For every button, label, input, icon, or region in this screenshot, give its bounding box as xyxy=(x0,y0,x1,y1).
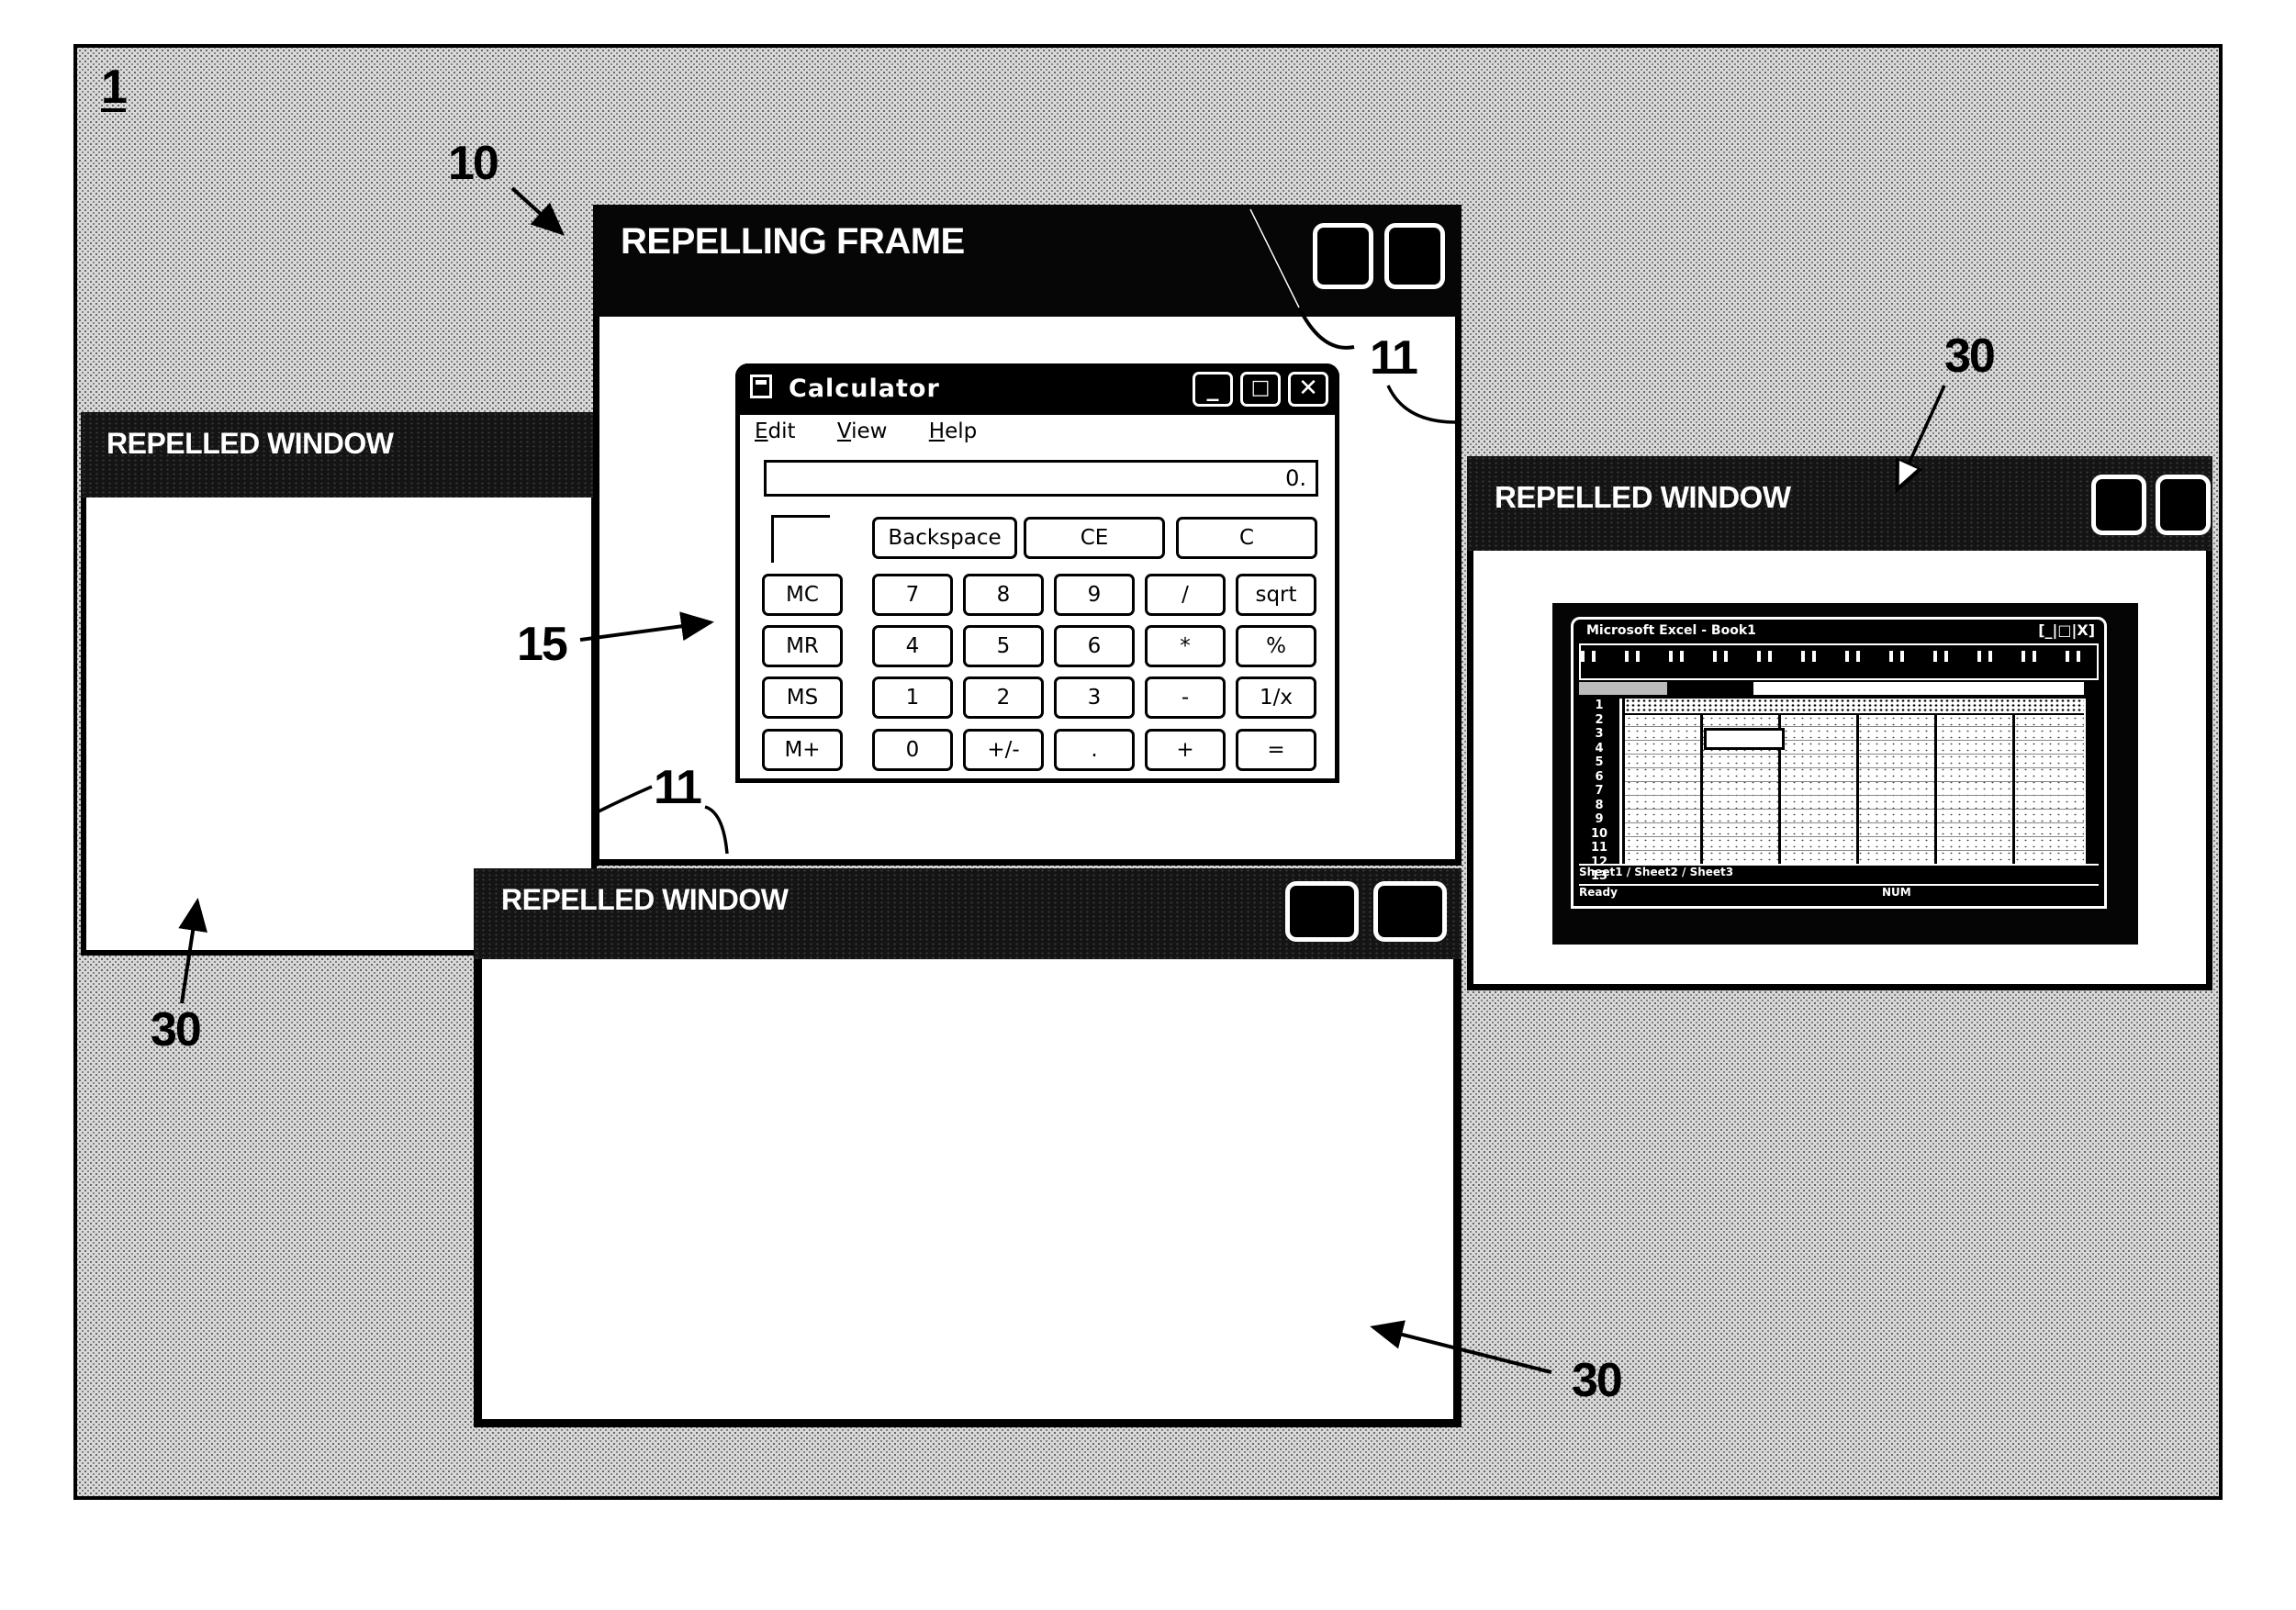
memory-indicator xyxy=(771,515,830,563)
key-c[interactable]: C xyxy=(1176,517,1317,559)
excel-grid xyxy=(1625,715,2084,864)
excel-row-headers: 1 2 3 4 5 6 7 8 9 10 11 12 13 xyxy=(1579,699,1622,883)
excel-row-header: 8 xyxy=(1595,798,1604,812)
excel-row-header: 2 xyxy=(1595,712,1604,727)
excel-status-text: Ready xyxy=(1579,886,1618,899)
minimize-button[interactable]: _ xyxy=(1193,372,1233,407)
calculator-menubar: Edit View Help xyxy=(755,419,1012,443)
key-mr[interactable]: MR xyxy=(762,625,843,667)
excel-row-header: 6 xyxy=(1595,769,1604,784)
key-1[interactable]: 1 xyxy=(872,676,953,719)
excel-title: Microsoft Excel - Book1 xyxy=(1586,623,1756,638)
ref-numeral-30-left: 30 xyxy=(151,1003,202,1057)
excel-row-header: 10 xyxy=(1590,826,1608,841)
key-multiply[interactable]: * xyxy=(1145,625,1226,667)
repelled-window-bottom-button-1[interactable] xyxy=(1285,881,1359,942)
excel-toolbar xyxy=(1579,643,2099,680)
excel-window-controls: [_|□|X] xyxy=(2038,621,2095,639)
key-0[interactable]: 0 xyxy=(872,729,953,771)
repelled-window-right-titlebar[interactable]: REPELLED WINDOW xyxy=(1467,456,2212,551)
excel-formula-bar xyxy=(1753,682,2084,695)
excel-status-num: NUM xyxy=(1882,886,1911,899)
excel-scrollbar xyxy=(2084,699,2099,864)
excel-name-box xyxy=(1579,682,1667,695)
key-divide[interactable]: / xyxy=(1145,574,1226,616)
maximize-button[interactable]: □ xyxy=(1240,372,1281,407)
ref-numeral-11-bottom: 11 xyxy=(654,761,702,814)
repelled-window-right-button-2[interactable] xyxy=(2156,475,2211,535)
key-3[interactable]: 3 xyxy=(1054,676,1135,719)
repelling-frame-title: REPELLING FRAME xyxy=(621,221,965,262)
repelled-window-right-button-1[interactable] xyxy=(2091,475,2146,535)
key-mplus[interactable]: M+ xyxy=(762,729,843,771)
menu-help[interactable]: Help xyxy=(929,419,977,443)
calculator-app-icon xyxy=(750,375,772,398)
ref-numeral-10: 10 xyxy=(448,137,499,190)
calculator-titlebar[interactable]: Calculator _ □ ✕ xyxy=(735,363,1339,415)
excel-status-bar: Ready NUM xyxy=(1579,884,2099,902)
key-2[interactable]: 2 xyxy=(963,676,1044,719)
repelling-frame-titlebar[interactable]: REPELLING FRAME xyxy=(593,205,1462,317)
excel-selected-cell xyxy=(1704,728,1785,750)
key-ce[interactable]: CE xyxy=(1024,517,1165,559)
key-5[interactable]: 5 xyxy=(963,625,1044,667)
key-equals[interactable]: = xyxy=(1236,729,1316,771)
excel-row-header: 5 xyxy=(1595,755,1604,769)
excel-row-header: 9 xyxy=(1595,812,1604,826)
excel-row-header: 3 xyxy=(1595,727,1604,741)
repelled-window-bottom-titlebar[interactable]: REPELLED WINDOW xyxy=(474,868,1462,959)
repelled-window-right-title: REPELLED WINDOW xyxy=(1495,480,1791,514)
excel-row-header: 7 xyxy=(1595,784,1604,798)
key-percent[interactable]: % xyxy=(1236,625,1316,667)
key-6[interactable]: 6 xyxy=(1054,625,1135,667)
repelled-window-left-titlebar[interactable]: REPELLED WINDOW xyxy=(81,412,597,498)
key-8[interactable]: 8 xyxy=(963,574,1044,616)
key-backspace[interactable]: Backspace xyxy=(872,517,1017,559)
key-sqrt[interactable]: sqrt xyxy=(1236,574,1316,616)
repelled-window-bottom-title: REPELLED WINDOW xyxy=(501,883,789,916)
excel-column-headers xyxy=(1625,699,2084,713)
repelled-window-bottom-button-2[interactable] xyxy=(1373,881,1447,942)
figure-ref-numeral: 1 xyxy=(101,61,128,114)
calculator-display: 0. xyxy=(764,460,1318,497)
ref-numeral-11-top: 11 xyxy=(1370,331,1418,385)
ref-numeral-30-bottom: 30 xyxy=(1572,1354,1623,1407)
key-reciprocal[interactable]: 1/x xyxy=(1236,676,1316,719)
key-subtract[interactable]: - xyxy=(1145,676,1226,719)
excel-row-header: 11 xyxy=(1590,841,1608,855)
key-7[interactable]: 7 xyxy=(872,574,953,616)
key-9[interactable]: 9 xyxy=(1054,574,1135,616)
excel-sheet-tabs: Sheet1 / Sheet2 / Sheet3 xyxy=(1579,864,2099,884)
repelled-window-left-title: REPELLED WINDOW xyxy=(106,427,394,460)
key-ms[interactable]: MS xyxy=(762,676,843,719)
key-decimal[interactable]: . xyxy=(1054,729,1135,771)
ref-numeral-30-right: 30 xyxy=(1944,330,1996,383)
key-add[interactable]: + xyxy=(1145,729,1226,771)
excel-row-header: 4 xyxy=(1595,741,1604,755)
menu-edit[interactable]: Edit xyxy=(755,419,796,443)
calculator-title: Calculator xyxy=(789,375,940,403)
key-negate[interactable]: +/- xyxy=(963,729,1044,771)
excel-window: Microsoft Excel - Book1 [_|□|X] 12345678… xyxy=(1571,617,2107,909)
menu-view[interactable]: View xyxy=(837,419,888,443)
excel-row-header: 1 xyxy=(1595,699,1604,712)
calculator-window[interactable]: Calculator _ □ ✕ Edit View Help 0. Backs… xyxy=(735,363,1339,783)
close-button[interactable]: ✕ xyxy=(1288,372,1328,407)
repelling-frame-button-1[interactable] xyxy=(1313,223,1373,289)
key-4[interactable]: 4 xyxy=(872,625,953,667)
ref-numeral-15: 15 xyxy=(517,618,568,671)
repelling-frame-button-2[interactable] xyxy=(1384,223,1445,289)
key-mc[interactable]: MC xyxy=(762,574,843,616)
repelled-window-bottom[interactable]: REPELLED WINDOW xyxy=(474,868,1462,1427)
